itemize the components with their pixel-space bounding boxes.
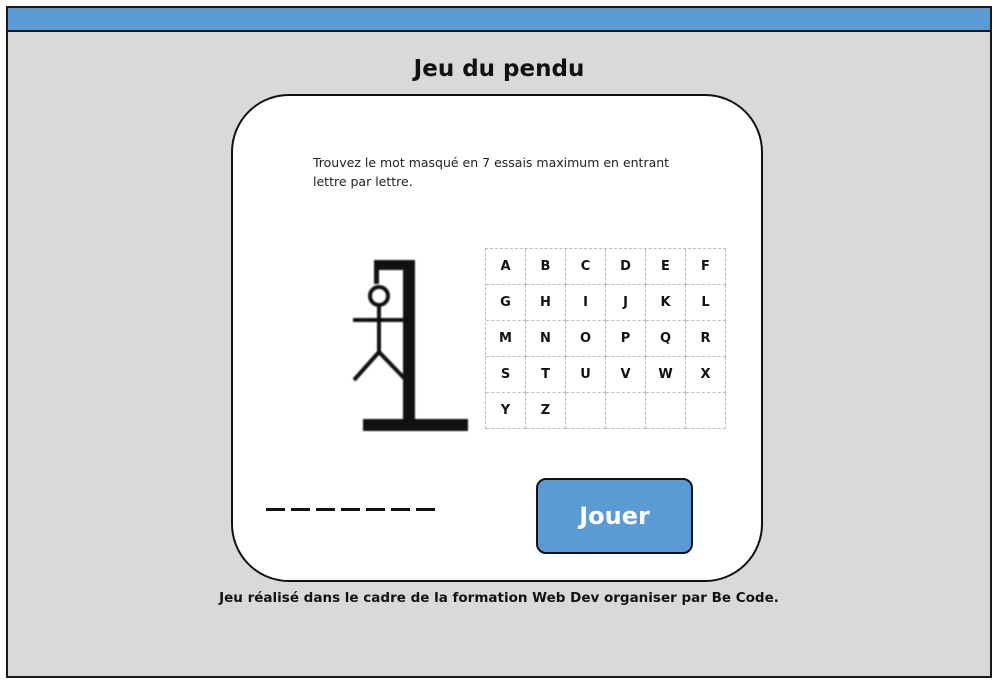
letter-button-w[interactable]: W	[646, 357, 686, 393]
hidden-word	[266, 508, 435, 511]
letter-slot	[391, 508, 410, 511]
letter-grid: ABCDEF GHIJKL MNOPQR STUVWX YZ	[485, 248, 726, 429]
letter-button-z[interactable]: Z	[526, 393, 566, 429]
letter-button-s[interactable]: S	[486, 357, 526, 393]
letter-button-n[interactable]: N	[526, 321, 566, 357]
letter-button-m[interactable]: M	[486, 321, 526, 357]
letter-button-v[interactable]: V	[606, 357, 646, 393]
letter-button-x[interactable]: X	[686, 357, 726, 393]
letter-button-a[interactable]: A	[486, 249, 526, 285]
footer-credit: Jeu réalisé dans le cadre de la formatio…	[219, 590, 779, 606]
page-title: Jeu du pendu	[413, 56, 585, 82]
game-card: Trouvez le mot masqué en 7 essais maximu…	[231, 94, 763, 582]
letter-button-u[interactable]: U	[566, 357, 606, 393]
empty-cell	[686, 393, 726, 429]
letter-slot	[316, 508, 335, 511]
letter-slot	[291, 508, 310, 511]
empty-cell	[646, 393, 686, 429]
letter-button-b[interactable]: B	[526, 249, 566, 285]
letter-button-o[interactable]: O	[566, 321, 606, 357]
empty-cell	[566, 393, 606, 429]
letter-button-g[interactable]: G	[486, 285, 526, 321]
letter-slot	[341, 508, 360, 511]
letter-slot	[266, 508, 285, 511]
empty-cell	[606, 393, 646, 429]
letter-button-i[interactable]: I	[566, 285, 606, 321]
title-bar	[8, 8, 990, 32]
app-window: Jeu du pendu Trouvez le mot masqué en 7 …	[6, 6, 992, 678]
letter-button-e[interactable]: E	[646, 249, 686, 285]
letter-button-d[interactable]: D	[606, 249, 646, 285]
letter-button-f[interactable]: F	[686, 249, 726, 285]
letter-button-q[interactable]: Q	[646, 321, 686, 357]
letter-button-y[interactable]: Y	[486, 393, 526, 429]
letter-button-r[interactable]: R	[686, 321, 726, 357]
letter-slot	[366, 508, 385, 511]
instructions: Trouvez le mot masqué en 7 essais maximu…	[313, 155, 670, 189]
letter-button-p[interactable]: P	[606, 321, 646, 357]
letter-button-l[interactable]: L	[686, 285, 726, 321]
letter-slot	[416, 508, 435, 511]
letter-button-k[interactable]: K	[646, 285, 686, 321]
hangman-icon	[352, 260, 468, 431]
letter-button-j[interactable]: J	[606, 285, 646, 321]
letter-button-c[interactable]: C	[566, 249, 606, 285]
letter-button-h[interactable]: H	[526, 285, 566, 321]
play-button[interactable]: Jouer	[536, 478, 693, 554]
letter-button-t[interactable]: T	[526, 357, 566, 393]
